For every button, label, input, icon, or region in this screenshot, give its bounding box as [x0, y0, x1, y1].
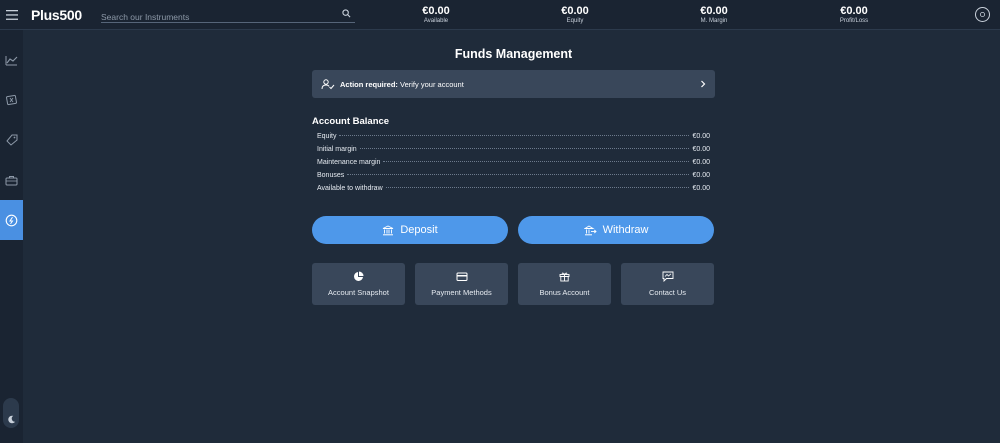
stat-profit-loss: €0.00 Profit/Loss: [814, 5, 894, 25]
sidebar-item-funds[interactable]: [0, 200, 23, 240]
trade-swap-icon: [6, 94, 17, 106]
sidebar: [0, 30, 23, 443]
stat-value: €0.00: [840, 5, 868, 17]
balance-row: Bonuses €0.00: [317, 172, 710, 185]
payment-methods-tile[interactable]: Payment Methods: [415, 263, 508, 305]
stat-label: Profit/Loss: [839, 18, 869, 24]
stat-label: Equity: [566, 18, 584, 24]
account-balance-title: Account Balance: [312, 116, 390, 127]
sidebar-item-promotions[interactable]: [0, 120, 23, 160]
banner-text: Action required: Verify your account: [340, 80, 700, 89]
bank-icon: [383, 224, 394, 235]
stat-value: €0.00: [422, 5, 450, 17]
balance-label: Initial margin: [317, 146, 357, 153]
stat-available: €0.00 Available: [396, 5, 476, 25]
chat-icon: [662, 271, 673, 282]
stat-value: €0.00: [700, 5, 728, 17]
contact-us-tile[interactable]: Contact Us: [621, 263, 714, 305]
balance-label: Maintenance margin: [317, 159, 381, 166]
account-snapshot-tile[interactable]: Account Snapshot: [312, 263, 405, 305]
balance-label: Equity: [317, 133, 337, 140]
user-icon: [980, 12, 985, 17]
sidebar-item-charts[interactable]: [0, 40, 23, 80]
user-check-icon: [321, 78, 335, 89]
moon-icon: [7, 415, 15, 424]
balance-value: €0.00: [692, 133, 710, 140]
withdraw-button[interactable]: Withdraw: [518, 216, 714, 244]
stat-margin: €0.00 M. Margin: [674, 5, 754, 25]
sidebar-item-portfolio[interactable]: [0, 160, 23, 200]
balance-row: Maintenance margin €0.00: [317, 159, 710, 172]
chart-icon: [5, 55, 18, 65]
bonus-account-tile[interactable]: Bonus Account: [518, 263, 611, 305]
dotted-leader: [359, 148, 690, 149]
search-bar: [101, 7, 355, 24]
verify-account-banner[interactable]: Action required: Verify your account: [312, 70, 715, 98]
pie-chart-icon: [354, 271, 364, 281]
tile-label: Bonus Account: [539, 288, 590, 297]
withdraw-icon: [583, 224, 597, 235]
tile-label: Payment Methods: [431, 287, 492, 297]
tile-label: Contact Us: [648, 288, 687, 297]
dotted-leader: [339, 135, 690, 136]
balance-value: €0.00: [692, 146, 710, 153]
stat-equity: €0.00 Equity: [535, 5, 615, 25]
search-icon[interactable]: [342, 9, 351, 18]
banner-bold-text: Action required:: [340, 79, 398, 89]
balance-row: Equity €0.00: [317, 133, 710, 146]
withdraw-label: Withdraw: [602, 224, 649, 236]
chevron-right-icon: [701, 80, 706, 88]
credit-card-icon: [456, 272, 467, 281]
search-input[interactable]: [101, 10, 331, 24]
briefcase-icon: [5, 175, 18, 185]
dotted-leader: [383, 161, 690, 162]
deposit-label: Deposit: [400, 224, 438, 236]
dark-mode-toggle[interactable]: [3, 398, 19, 428]
banner-message: Verify your account: [397, 79, 464, 89]
dotted-leader: [385, 187, 690, 188]
balance-value: €0.00: [692, 185, 710, 192]
tag-icon: [5, 134, 17, 146]
hamburger-menu-button[interactable]: [0, 0, 23, 30]
top-bar: Plus500 €0.00 Available €0.00 Equity €0.…: [0, 0, 1000, 30]
stat-label: Available: [423, 18, 449, 24]
balance-list: Equity €0.00 Initial margin €0.00 Maintena…: [317, 133, 710, 198]
hamburger-icon: [5, 10, 18, 20]
deposit-button[interactable]: Deposit: [312, 216, 508, 244]
stat-value: €0.00: [561, 5, 589, 17]
balance-row: Available to withdraw €0.00: [317, 185, 710, 198]
gift-icon: [559, 272, 570, 282]
balance-label: Bonuses: [317, 172, 345, 179]
balance-label: Available to withdraw: [317, 185, 383, 192]
tile-label: Account Snapshot: [328, 288, 389, 297]
dotted-leader: [347, 174, 690, 175]
plus500-logo[interactable]: Plus500: [31, 7, 82, 23]
sidebar-item-trades[interactable]: [0, 80, 23, 120]
balance-value: €0.00: [692, 159, 710, 166]
funds-icon: [5, 214, 18, 226]
balance-row: Initial margin €0.00: [317, 146, 710, 159]
page-title: Funds Management: [454, 47, 573, 61]
stat-label: M. Margin: [700, 18, 728, 24]
balance-value: €0.00: [692, 172, 710, 179]
user-avatar-button[interactable]: [975, 7, 990, 22]
